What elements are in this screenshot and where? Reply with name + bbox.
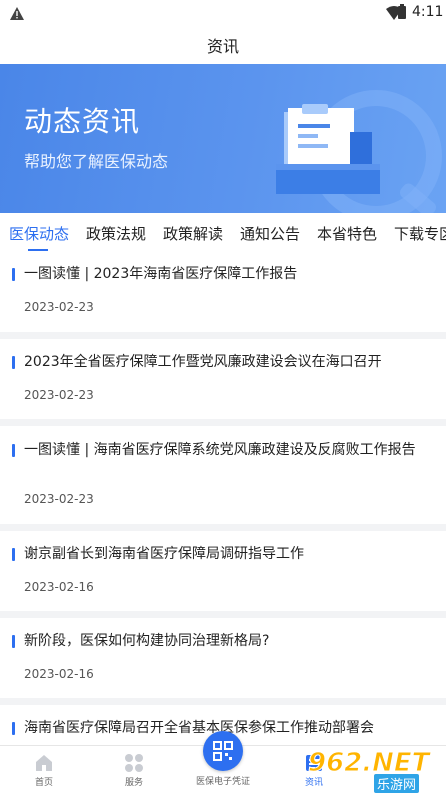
site-watermark: 962.NET 乐游网 [300,748,446,793]
banner-subtitle: 帮助您了解医保动态 [24,152,169,171]
active-tab-indicator [28,249,48,251]
list-item[interactable]: 谢京副省长到海南省医疗保障局调研指导工作 2023-02-16 [0,531,446,611]
status-bar: 4:11 [0,0,446,26]
category-tabs: 医保动态 政策法规 政策解读 通知公告 本省特色 下载专区 [0,213,446,252]
title-marker [12,722,15,735]
news-banner: 动态资讯 帮助您了解医保动态 [0,64,446,213]
app-header: 资讯 [0,26,446,64]
page-title: 资讯 [206,37,239,56]
nav-services[interactable]: 服务 [94,746,174,793]
article-title: 一图读懂 | 海南省医疗保障系统党风廉政建设及反腐败工作报告 [24,442,416,458]
article-date: 2023-02-16 [24,580,94,594]
battery-icon [398,4,406,23]
tab-provincial-features[interactable]: 本省特色 [317,223,377,244]
article-date: 2023-02-23 [24,388,94,402]
article-title: 2023年全省医疗保障工作暨党风廉政建设会议在海口召开 [24,354,382,370]
warning-icon [10,5,24,24]
list-item[interactable]: 2023年全省医疗保障工作暨党风廉政建设会议在海口召开 2023-02-23 [0,339,446,419]
article-date: 2023-02-16 [24,667,94,681]
title-marker [12,444,15,457]
title-marker [12,548,15,561]
article-date: 2023-02-23 [24,300,94,314]
title-marker [12,635,15,648]
article-title: 谢京副省长到海南省医疗保障局调研指导工作 [24,546,304,562]
title-marker [12,356,15,369]
nav-services-label: 服务 [124,778,143,788]
tab-policies-regulations[interactable]: 政策法规 [86,223,146,244]
home-icon [36,755,52,771]
list-item[interactable]: 一图读懂 | 2023年海南省医疗保障工作报告 2023-02-23 [0,252,446,332]
article-title: 新阶段，医保如何构建协同治理新格局? [24,633,270,649]
tab-policy-interpretation[interactable]: 政策解读 [163,223,223,244]
nav-home[interactable]: 首页 [4,746,84,793]
banner-title: 动态资讯 [24,105,141,138]
nav-home-label: 首页 [34,778,53,788]
list-item[interactable]: 一图读懂 | 海南省医疗保障系统党风廉政建设及反腐败工作报告 2023-02-2… [0,426,446,524]
title-marker [12,268,15,281]
qr-code-icon [213,741,233,761]
tab-medical-insurance-news[interactable]: 医保动态 [9,223,69,244]
qr-code-button[interactable] [203,731,243,771]
tab-notices[interactable]: 通知公告 [240,223,300,244]
list-item[interactable]: 新阶段，医保如何构建协同治理新格局? 2023-02-16 [0,618,446,698]
watermark-text: 乐游网 [374,774,420,793]
article-title: 一图读懂 | 2023年海南省医疗保障工作报告 [24,266,298,282]
tab-downloads[interactable]: 下载专区 [394,223,446,244]
grid-icon [125,754,143,772]
clock-time: 4:11 [412,4,444,20]
qr-code-label: 医保电子凭证 [195,777,250,787]
article-date: 2023-02-23 [24,492,94,506]
document-magnifier-illustration [276,90,442,213]
